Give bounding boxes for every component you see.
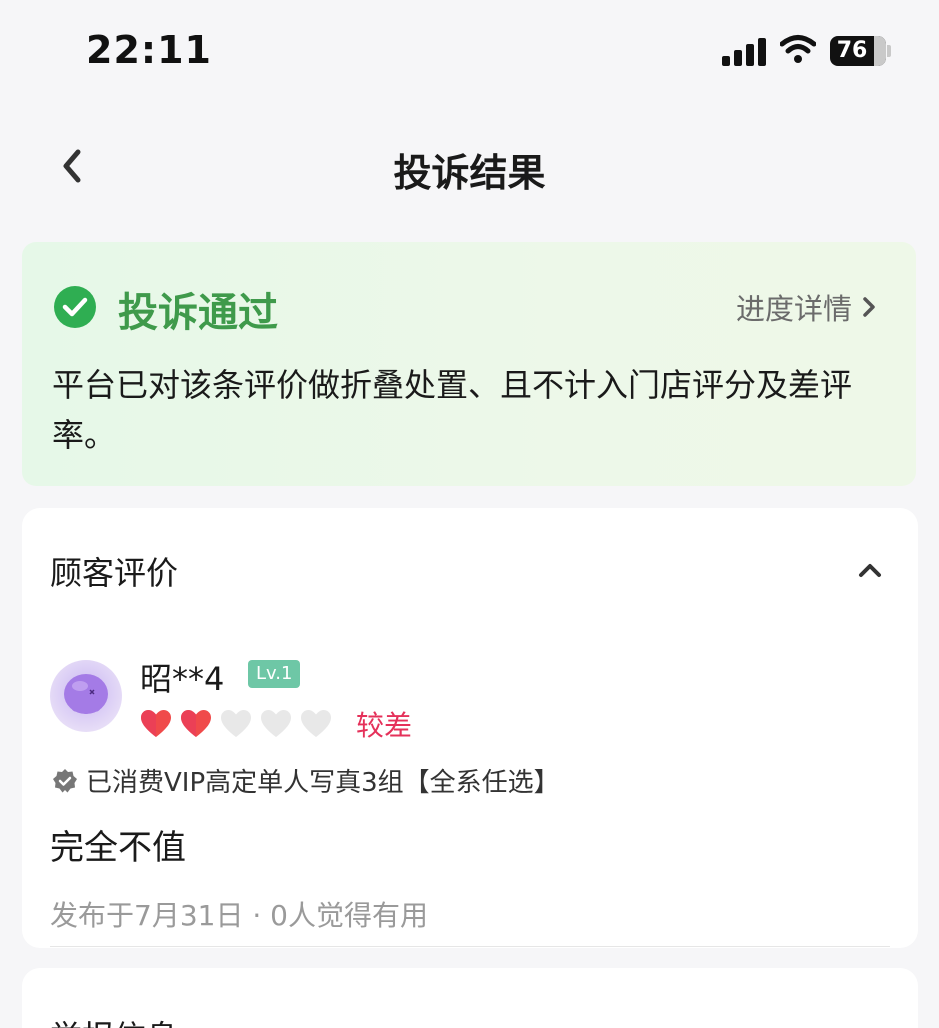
result-status: 投诉通过 xyxy=(118,290,278,336)
purchase-info: 已消费VIP高定单人写真3组【全系任选】 xyxy=(52,762,560,799)
customer-review-card: 顾客评价 昭**4 Lv.1 较差 已消费VIP高定单人写真3组【全系任选】 完… xyxy=(22,508,918,948)
username: 昭**4 xyxy=(140,660,225,698)
avatar[interactable] xyxy=(50,660,122,732)
result-description: 平台已对该条评价做折叠处置、且不计入门店评分及差评率。 xyxy=(52,366,853,454)
rating-label: 较差 xyxy=(356,709,413,742)
status-time: 22:11 xyxy=(86,28,212,72)
section-title: 举报信息 xyxy=(50,1012,178,1028)
section-title: 顾客评价 xyxy=(50,554,179,592)
heart-empty-icon xyxy=(221,710,251,737)
battery-level: 76 xyxy=(836,38,868,63)
cellular-signal-icon xyxy=(722,38,768,66)
report-info-card: 举报信息 xyxy=(22,968,918,1028)
complaint-result-card: 投诉通过 进度详情 平台已对该条评价做折叠处置、且不计入门店评分及差评率。 xyxy=(22,242,916,486)
divider xyxy=(50,946,890,947)
wifi-icon xyxy=(780,35,816,63)
chevron-right-icon xyxy=(863,297,875,317)
heart-empty-icon xyxy=(301,710,331,737)
battery-tip xyxy=(887,45,891,57)
level-badge: Lv.1 xyxy=(248,660,301,688)
purchase-text: 已消费VIP高定单人写真3组【全系任选】 xyxy=(86,768,560,798)
verified-badge-icon xyxy=(53,768,77,792)
rating: 较差 xyxy=(140,704,412,744)
heart-filled-icon xyxy=(141,710,171,737)
review-text: 完全不值 xyxy=(50,828,186,868)
heart-empty-icon xyxy=(261,710,291,737)
battery-icon: 76 xyxy=(830,36,886,66)
status-bar: 22:11 76 xyxy=(0,0,939,100)
progress-details-label: 进度详情 xyxy=(735,292,852,326)
check-circle-icon xyxy=(54,286,96,328)
review-meta: 发布于7月31日 · 0人觉得有用 xyxy=(50,899,428,932)
page-title: 投诉结果 xyxy=(393,151,546,195)
heart-filled-icon xyxy=(181,710,211,737)
avatar-image xyxy=(64,674,108,714)
progress-details-link[interactable]: 进度详情 xyxy=(736,286,876,328)
chevron-up-icon[interactable] xyxy=(858,562,882,578)
